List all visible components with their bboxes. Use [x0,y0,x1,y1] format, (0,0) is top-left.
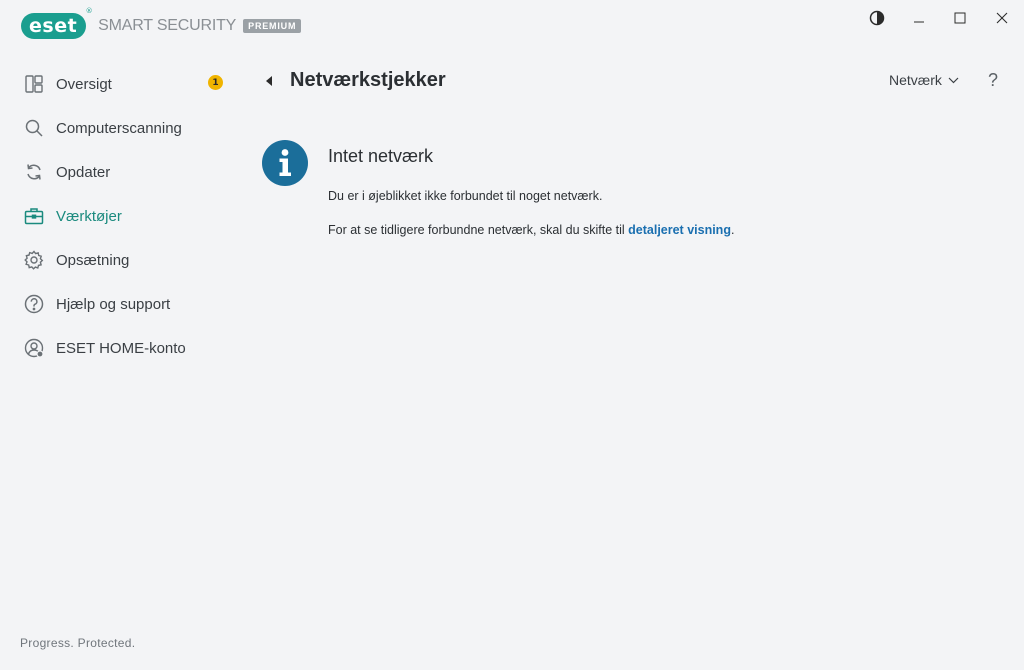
search-icon [24,118,44,138]
sidebar-item-vaerktojer[interactable]: Værktøjer [0,194,240,238]
maximize-icon[interactable] [950,8,970,28]
sidebar-item-label: Opsætning [56,251,130,269]
sidebar-item-opsaetning[interactable]: Opsætning [0,238,240,282]
refresh-icon [24,162,44,182]
dashboard-icon [24,74,44,94]
help-icon [24,294,44,314]
help-button[interactable]: ? [988,70,998,91]
app-logo: eset ® SMART SECURITY PREMIUM [21,7,302,40]
title-bar: eset ® SMART SECURITY PREMIUM [0,0,1024,52]
network-dropdown[interactable]: Netværk [889,72,959,88]
sidebar-item-oversigt[interactable]: Oversigt 1 [0,62,240,106]
sidebar: Oversigt 1 Computerscanning Opdater Værk… [0,62,240,370]
sidebar-item-label: Værktøjer [56,207,122,225]
info-hint-prefix: For at se tidligere forbundne netværk, s… [328,223,629,237]
sidebar-item-hjaelp[interactable]: Hjælp og support [0,282,240,326]
detailed-view-link[interactable]: detaljeret visning [628,223,731,237]
info-hint-suffix: . [730,223,735,237]
sidebar-item-eset-home[interactable]: ESET HOME-konto [0,326,240,370]
back-button[interactable] [262,74,276,88]
close-icon[interactable] [992,8,1012,28]
minimize-icon[interactable] [909,8,929,28]
sidebar-item-label: Oversigt [56,75,112,93]
info-icon [262,140,308,186]
toolbox-icon [24,206,44,226]
info-hint: For at se tidligere forbundne netværk, s… [328,223,734,237]
brand-text: eset [29,15,78,37]
sidebar-item-label: Computerscanning [56,119,182,137]
sidebar-item-computerscanning[interactable]: Computerscanning [0,106,240,150]
sidebar-item-label: Hjælp og support [56,295,171,313]
notification-badge: 1 [208,75,223,90]
account-icon [24,338,44,358]
info-description: Du er i øjeblikket ikke forbundet til no… [328,189,603,203]
sidebar-item-label: Opdater [56,163,111,181]
tagline: Progress. Protected. [20,636,136,650]
gear-icon [24,250,44,270]
back-arrow-icon [266,76,272,86]
contrast-icon[interactable] [867,8,887,28]
page-header: Netværkstjekker Netværk ? [258,62,1018,102]
page-title: Netværkstjekker [290,69,446,91]
sidebar-item-label: ESET HOME-konto [56,339,186,357]
registered-mark: ® [85,7,94,15]
product-name: SMART SECURITY [98,17,237,34]
info-title: Intet netværk [328,146,434,166]
chevron-down-icon [948,77,959,83]
edition-badge: PREMIUM [243,19,302,33]
eset-brand-logo: eset ® [21,7,93,39]
network-dropdown-label: Netværk [889,72,942,88]
sidebar-item-opdater[interactable]: Opdater [0,150,240,194]
